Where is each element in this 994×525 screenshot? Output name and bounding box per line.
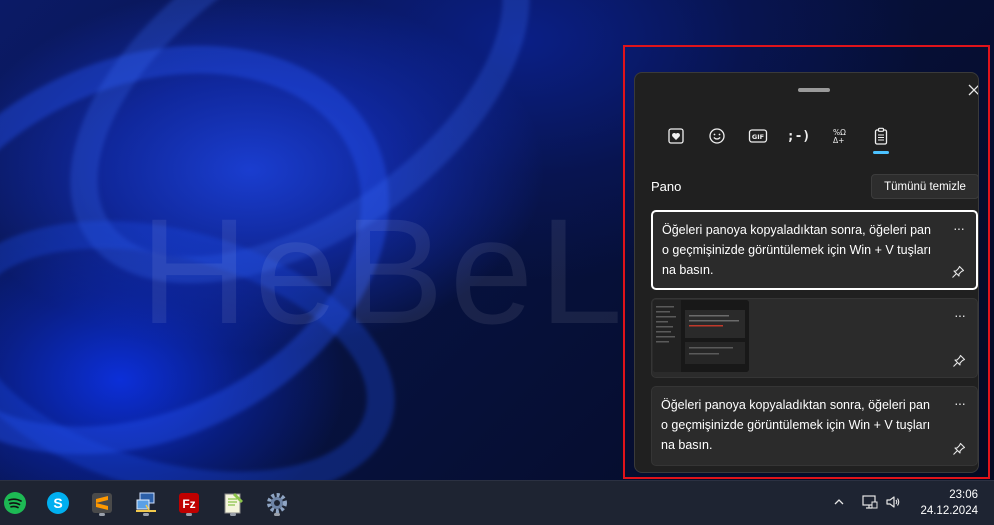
pin-button[interactable] xyxy=(950,264,966,280)
spotify-icon xyxy=(4,492,26,514)
kaomoji-icon: ;-) xyxy=(786,128,811,144)
network-computer-icon xyxy=(136,492,156,513)
gif-icon: GIF xyxy=(748,129,767,143)
system-clock[interactable]: 23:06 24.12.2024 xyxy=(920,487,978,519)
emoji-icon xyxy=(708,128,725,144)
drag-handle[interactable] xyxy=(798,88,830,92)
notepad-plus-plus-icon xyxy=(224,493,243,514)
chevron-up-icon xyxy=(834,499,844,505)
network-wired-icon xyxy=(861,495,877,509)
favorites-heart-icon xyxy=(667,128,684,144)
filezilla-icon: Fz xyxy=(179,493,199,513)
close-button[interactable] xyxy=(963,79,978,101)
svg-text:S: S xyxy=(53,495,62,511)
taskbar-app-spotify[interactable] xyxy=(0,488,30,518)
skype-icon: S xyxy=(47,492,69,514)
speaker-icon xyxy=(886,496,900,508)
taskbar-app-filezilla[interactable]: Fz xyxy=(174,488,204,518)
close-icon xyxy=(968,84,978,96)
clock-date: 24.12.2024 xyxy=(920,505,978,517)
clipboard-icon xyxy=(874,127,887,145)
pin-button[interactable] xyxy=(951,353,967,369)
more-options-button[interactable]: ··· xyxy=(954,395,966,411)
section-title: Pano xyxy=(651,179,682,194)
pin-icon xyxy=(953,442,966,455)
taskbar-app-skype[interactable]: S xyxy=(43,488,73,518)
svg-text:GIF: GIF xyxy=(751,133,763,141)
running-indicator xyxy=(186,513,192,516)
svg-text:Δ+: Δ+ xyxy=(833,136,844,145)
taskbar-app-settings[interactable] xyxy=(262,488,292,518)
clipboard-history-panel: GIF ;-) %Ω Δ+ Pano Tümünü temizle Öğeler… xyxy=(634,72,979,473)
symbols-icon: %Ω Δ+ xyxy=(833,128,846,145)
running-indicator xyxy=(99,513,105,516)
more-options-button[interactable]: ··· xyxy=(954,307,966,323)
pin-icon xyxy=(953,354,966,367)
sublime-text-icon xyxy=(92,493,112,513)
clipboard-item-text: Öğeleri panoya kopyaladıktan sonra, öğel… xyxy=(662,223,932,277)
clear-all-button[interactable]: Tümünü temizle xyxy=(871,174,978,199)
tab-symbols[interactable]: %Ω Δ+ xyxy=(819,119,860,153)
clock-time: 23:06 xyxy=(949,489,978,501)
panel-tabs: GIF ;-) %Ω Δ+ xyxy=(655,119,901,155)
pin-button[interactable] xyxy=(951,441,967,457)
taskbar: S Fz 23:06 24.12.2024 xyxy=(0,480,994,525)
volume-button[interactable] xyxy=(884,493,902,511)
watermark-text: HeBeL xyxy=(140,187,629,355)
tab-favorites[interactable] xyxy=(655,119,696,153)
tab-kaomoji[interactable]: ;-) xyxy=(778,119,819,153)
tab-clipboard[interactable] xyxy=(860,119,901,154)
clipboard-item-image[interactable]: ··· xyxy=(651,298,978,378)
running-indicator xyxy=(230,513,236,516)
tab-gif[interactable]: GIF xyxy=(737,119,778,153)
settings-gear-icon xyxy=(267,493,287,513)
clipboard-item[interactable]: Öğeleri panoya kopyaladıktan sonra, öğel… xyxy=(651,386,978,466)
tab-emoji[interactable] xyxy=(696,119,737,153)
svg-text:Fz: Fz xyxy=(182,497,195,511)
screenshot-thumbnail-image xyxy=(653,300,749,372)
taskbar-app-notepad-plus-plus[interactable] xyxy=(218,488,248,518)
running-indicator xyxy=(143,513,149,516)
network-status-button[interactable] xyxy=(860,493,878,511)
clipboard-image-thumbnail xyxy=(653,300,749,372)
clipboard-item[interactable]: Öğeleri panoya kopyaladıktan sonra, öğel… xyxy=(651,210,978,290)
show-hidden-icons-button[interactable] xyxy=(830,493,848,511)
taskbar-app-network[interactable] xyxy=(131,488,161,518)
pin-icon xyxy=(952,265,965,278)
clipboard-item-text: Öğeleri panoya kopyaladıktan sonra, öğel… xyxy=(661,398,931,452)
running-indicator xyxy=(274,513,280,516)
more-options-button[interactable]: ··· xyxy=(953,220,965,236)
taskbar-app-sublime-text[interactable] xyxy=(87,488,117,518)
